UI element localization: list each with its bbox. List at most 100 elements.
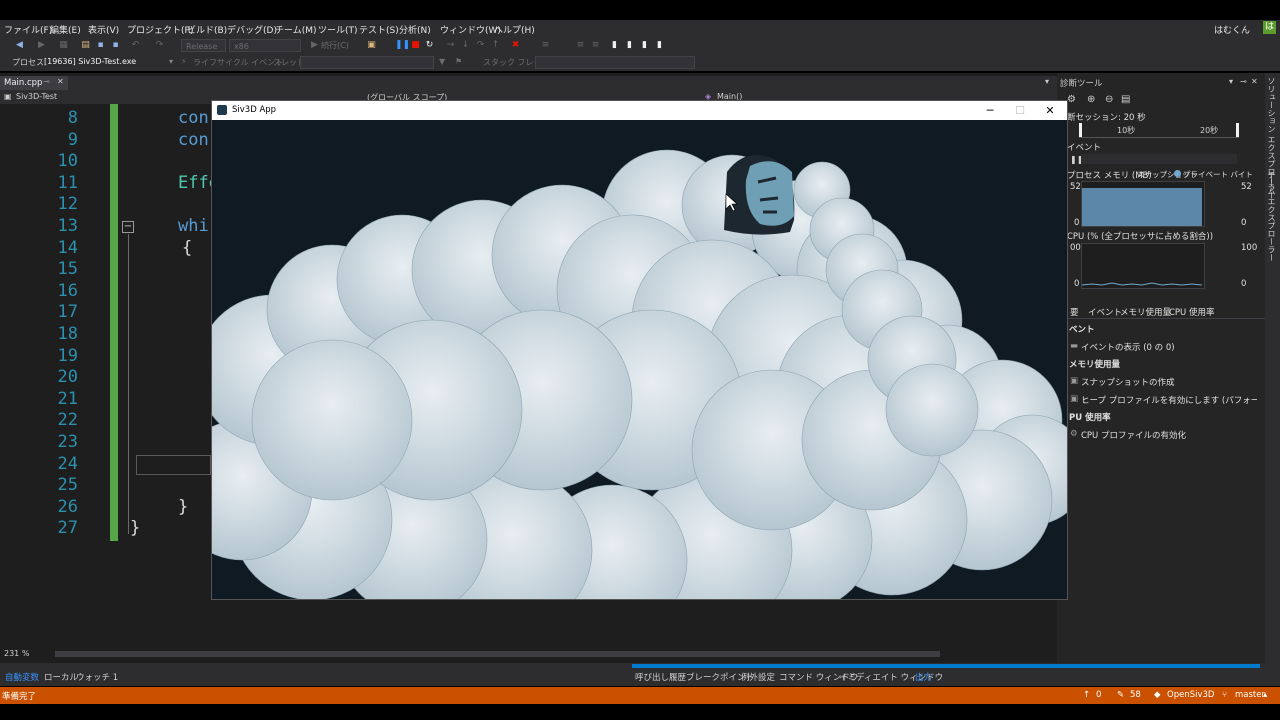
reset-zoom-icon[interactable]: ▤ xyxy=(1121,94,1130,105)
user-name[interactable]: はむくん xyxy=(1214,23,1250,36)
repo-icon[interactable]: ◆ xyxy=(1154,690,1161,700)
exception-icon[interactable]: ✖ xyxy=(510,40,521,51)
menu-debug[interactable]: デバッグ(D) xyxy=(227,23,277,36)
tab-locals[interactable]: ローカル xyxy=(44,671,78,683)
restart-icon[interactable]: ↻ xyxy=(424,40,435,51)
step-over-icon[interactable]: ↷ xyxy=(475,40,486,51)
code-line[interactable]: } xyxy=(178,497,188,517)
close-button[interactable]: ✕ xyxy=(1035,101,1065,120)
take-snapshot-button[interactable]: スナップショットの作成 xyxy=(1081,376,1175,388)
timeline-end-handle[interactable] xyxy=(1236,123,1239,137)
configuration-dropdown[interactable]: Release xyxy=(181,39,226,52)
stackframe-dropdown[interactable] xyxy=(535,56,695,69)
save-all-icon[interactable]: ▪ xyxy=(110,40,121,51)
bookmark-icon[interactable]: ▮ xyxy=(609,40,620,51)
filter-icon[interactable]: ▼ xyxy=(439,57,445,66)
timeline-ruler[interactable]: 10秒 20秒 xyxy=(1079,123,1239,138)
menu-tools[interactable]: ツール(T) xyxy=(318,23,358,36)
memory-graph[interactable] xyxy=(1081,181,1205,227)
cpu-graph[interactable] xyxy=(1081,243,1205,289)
team-explorer-tab[interactable]: チーム エクスプローラー xyxy=(1266,171,1277,262)
forward-icon[interactable]: ▶ xyxy=(36,40,47,51)
open-file-icon[interactable]: ▤ xyxy=(80,40,91,51)
show-next-statement-icon[interactable]: → xyxy=(445,40,456,51)
horizontal-scrollbar[interactable] xyxy=(55,651,940,657)
code-line[interactable]: { xyxy=(182,238,192,258)
pencil-icon[interactable]: ✎ xyxy=(1117,690,1124,700)
code-line[interactable]: whi xyxy=(178,216,209,236)
branch-name[interactable]: master xyxy=(1235,690,1265,700)
code-line[interactable]: con xyxy=(178,108,209,128)
tab-events[interactable]: イベント xyxy=(1088,306,1122,318)
app-canvas[interactable] xyxy=(212,120,1067,599)
zoom-out-icon[interactable]: ⊖ xyxy=(1105,94,1113,105)
tab-call-stack[interactable]: 呼び出し履歴 xyxy=(635,671,686,683)
comment-icon[interactable]: ≡ xyxy=(575,40,586,51)
menu-analyze[interactable]: 分析(N) xyxy=(399,23,431,36)
back-icon[interactable]: ◀ xyxy=(14,40,25,51)
step-into-icon[interactable]: ↓ xyxy=(460,40,471,51)
change-count[interactable]: 58 xyxy=(1130,690,1141,700)
next-bookmark-icon[interactable]: ▮ xyxy=(639,40,650,51)
continue-icon[interactable]: ▶ xyxy=(309,40,320,51)
tab-autos[interactable]: 自動変数 xyxy=(5,671,39,683)
process-dropdown[interactable]: [19636] Siv3D-Test.exe xyxy=(44,57,136,66)
stop-icon[interactable]: ■ xyxy=(410,40,421,51)
menu-file[interactable]: ファイル(F) xyxy=(4,23,52,36)
thread-dropdown[interactable] xyxy=(300,56,434,69)
menu-help[interactable]: ヘルプ(H) xyxy=(494,23,535,36)
menu-edit[interactable]: 編集(E) xyxy=(50,23,81,36)
menu-team[interactable]: チーム(M) xyxy=(275,23,317,36)
app-title-bar[interactable]: Siv3D App ─ ☐ ✕ xyxy=(212,101,1067,120)
prev-bookmark-icon[interactable]: ▮ xyxy=(624,40,635,51)
code-line[interactable]: } xyxy=(130,518,140,538)
enable-cpu-profiling-button[interactable]: CPU プロファイルの有効化 xyxy=(1081,429,1186,441)
tab-main-cpp[interactable]: Main.cpp ⊸ ✕ xyxy=(0,76,68,90)
new-project-icon[interactable]: ▦ xyxy=(58,40,69,51)
tab-output[interactable]: 出力 xyxy=(915,671,932,683)
lifecycle-events-icon[interactable]: ⚡ xyxy=(181,57,187,66)
siv3d-app-window[interactable]: Siv3D App ─ ☐ ✕ xyxy=(211,100,1068,600)
pause-icon[interactable]: ❚❚ xyxy=(395,40,410,51)
clear-bookmarks-icon[interactable]: ▮ xyxy=(654,40,665,51)
continue-button[interactable]: 続行(C) xyxy=(321,40,349,51)
zoom-in-icon[interactable]: ⊕ xyxy=(1087,94,1095,105)
menu-view[interactable]: 表示(V) xyxy=(88,23,119,36)
chevron-down-icon[interactable]: ▾ xyxy=(169,57,173,66)
code-line[interactable]: con xyxy=(178,130,209,150)
close-tab-icon[interactable]: ✕ xyxy=(57,77,64,86)
menu-build[interactable]: ビルド(B) xyxy=(187,23,227,36)
enable-heap-profiling-checkbox[interactable]: ヒープ プロファイルを有効にします (パフォーマンスに影響し xyxy=(1081,394,1257,406)
uncomment-icon[interactable]: ≡ xyxy=(590,40,601,51)
platform-dropdown[interactable]: x86 xyxy=(229,39,301,52)
menu-window[interactable]: ウィンドウ(W) xyxy=(440,23,501,36)
undo-icon[interactable]: ↶ xyxy=(130,40,141,51)
timeline-start-handle[interactable] xyxy=(1079,123,1082,137)
attach-icon[interactable]: ▣ xyxy=(366,40,377,51)
pin-icon[interactable]: ⊸ xyxy=(43,77,50,86)
tab-watch1[interactable]: ウォッチ 1 xyxy=(76,671,118,683)
error-count[interactable]: 0 xyxy=(1096,690,1101,700)
menu-project[interactable]: プロジェクト(P) xyxy=(127,23,193,36)
redo-icon[interactable]: ↷ xyxy=(154,40,165,51)
collapse-icon[interactable]: − xyxy=(122,221,134,233)
branch-icon[interactable]: ⑂ xyxy=(1222,690,1227,700)
bell-icon[interactable]: ▴ xyxy=(1263,690,1267,700)
user-avatar[interactable]: は xyxy=(1263,21,1276,34)
dropdown-icon[interactable]: ▾ xyxy=(1229,77,1233,86)
tab-exception-settings[interactable]: 例外設定 xyxy=(741,671,775,683)
tab-memory[interactable]: メモリ使用量 xyxy=(1120,306,1171,318)
menu-test[interactable]: テスト(S) xyxy=(359,23,399,36)
minimize-button[interactable]: ─ xyxy=(975,101,1005,120)
pin-icon[interactable]: ⊸ xyxy=(1240,77,1247,86)
close-icon[interactable]: ✕ xyxy=(1251,77,1258,86)
show-events-link[interactable]: イベントの表示 (0 の 0) xyxy=(1081,341,1175,353)
repo-name[interactable]: OpenSiv3D xyxy=(1167,690,1214,700)
project-dropdown[interactable]: Siv3D-Test xyxy=(16,92,57,101)
format-icon[interactable]: ≡ xyxy=(540,40,551,51)
tab-cpu[interactable]: CPU 使用率 xyxy=(1169,306,1215,318)
flag-icon[interactable]: ⚑ xyxy=(455,57,462,66)
tab-overflow-icon[interactable]: ▾ xyxy=(1045,77,1049,86)
maximize-button[interactable]: ☐ xyxy=(1005,101,1035,120)
upload-icon[interactable]: ↑ xyxy=(1083,690,1090,700)
